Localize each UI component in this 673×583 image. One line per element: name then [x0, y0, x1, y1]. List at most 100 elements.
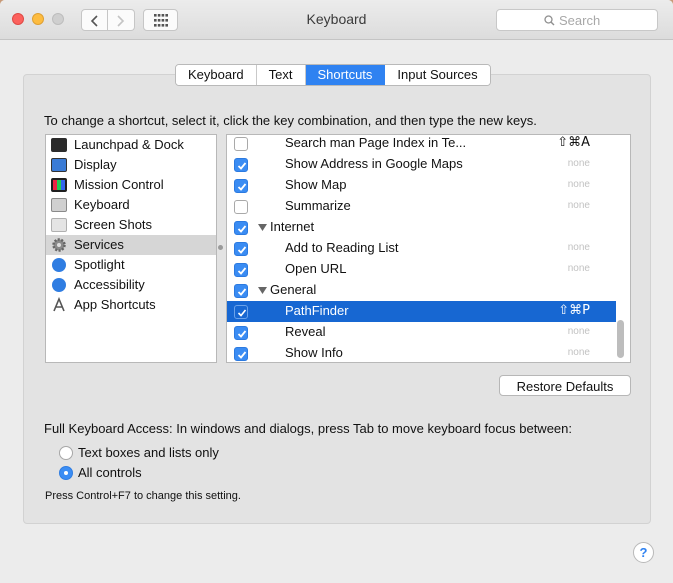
split-view-handle[interactable] [218, 245, 223, 250]
screenshot-icon [51, 218, 67, 232]
category-item-mission-control[interactable]: Mission Control [46, 175, 216, 195]
title-bar: Keyboard [0, 0, 673, 40]
checkmark-icon [237, 330, 247, 338]
shortcut-checkbox[interactable] [234, 242, 248, 256]
display-icon [51, 158, 67, 172]
shortcut-checkbox[interactable] [234, 158, 248, 172]
shortcut-group-row[interactable]: Internet [227, 217, 616, 238]
tab-shortcuts[interactable]: Shortcuts [305, 65, 386, 85]
search-input[interactable] [557, 12, 653, 28]
shortcut-key[interactable]: none [568, 179, 590, 190]
shortcut-label: Show Info [285, 345, 343, 360]
shortcut-label: Summarize [285, 198, 351, 213]
shortcut-row[interactable]: Add to Reading List none [227, 238, 616, 259]
shortcut-label: Reveal [285, 324, 326, 339]
spotlight-icon [52, 258, 66, 272]
category-item-keyboard[interactable]: Keyboard [46, 195, 216, 215]
shortcut-row[interactable]: Show Info none [227, 343, 616, 362]
category-list[interactable]: Launchpad & Dock Display Mission Control… [45, 134, 217, 363]
checkmark-icon [237, 225, 247, 233]
shortcut-row[interactable]: Show Map none [227, 175, 616, 196]
category-item-display[interactable]: Display [46, 155, 216, 175]
radio-button[interactable] [59, 466, 73, 480]
radio-label: Text boxes and lists only [78, 445, 219, 460]
category-label: Screen Shots [74, 217, 153, 232]
checkmark-icon [237, 267, 247, 275]
checkmark-icon [237, 183, 247, 191]
tab-text[interactable]: Text [256, 65, 306, 85]
category-item-app-shortcuts[interactable]: App Shortcuts [46, 295, 216, 315]
shortcut-checkbox[interactable] [234, 137, 248, 151]
category-label: Mission Control [74, 177, 164, 192]
shortcut-label: Open URL [285, 261, 347, 276]
help-button[interactable]: ? [633, 542, 654, 563]
app-shortcuts-icon [51, 297, 67, 312]
launchpad-icon [51, 138, 67, 152]
shortcut-key[interactable]: none [568, 242, 590, 253]
shortcut-row[interactable]: Summarize none [227, 196, 616, 217]
disclosure-triangle-icon[interactable] [258, 224, 267, 231]
shortcut-key[interactable]: none [568, 158, 590, 169]
category-label: Display [74, 157, 117, 172]
shortcut-row[interactable]: Search man Page Index in Te... ⇧⌘A [227, 135, 616, 154]
radio-label: All controls [78, 465, 142, 480]
shortcut-checkbox[interactable] [234, 221, 248, 235]
search-field[interactable] [496, 9, 658, 31]
tab-bar: Keyboard Text Shortcuts Input Sources [175, 64, 491, 86]
shortcut-row[interactable]: Open URL none [227, 259, 616, 280]
shortcut-key[interactable]: ⇧⌘A [557, 135, 590, 150]
shortcut-label: Add to Reading List [285, 240, 399, 255]
radio-button[interactable] [59, 446, 73, 460]
full-keyboard-access-label: Full Keyboard Access: In windows and dia… [44, 421, 572, 436]
category-item-accessibility[interactable]: Accessibility [46, 275, 216, 295]
gear-icon [51, 238, 67, 252]
shortcut-row[interactable]: Show Address in Google Maps none [227, 154, 616, 175]
disclosure-triangle-icon[interactable] [258, 287, 267, 294]
accessibility-icon [52, 278, 66, 292]
category-item-spotlight[interactable]: Spotlight [46, 255, 216, 275]
category-item-launchpad-dock[interactable]: Launchpad & Dock [46, 135, 216, 155]
tab-input-sources[interactable]: Input Sources [385, 65, 490, 85]
category-item-screen-shots[interactable]: Screen Shots [46, 215, 216, 235]
mission-control-icon [51, 178, 67, 192]
shortcut-checkbox[interactable] [234, 305, 248, 319]
shortcut-row-selected[interactable]: PathFinder ⇧⌘P [227, 301, 616, 322]
category-item-services[interactable]: Services [46, 235, 216, 255]
shortcut-label: Show Address in Google Maps [285, 156, 463, 171]
shortcut-row[interactable]: Reveal none [227, 322, 616, 343]
shortcut-key[interactable]: none [568, 263, 590, 274]
shortcut-checkbox[interactable] [234, 326, 248, 340]
shortcut-list-scrollbar[interactable] [617, 320, 624, 358]
category-label: Spotlight [74, 257, 125, 272]
shortcut-label: Search man Page Index in Te... [285, 135, 467, 150]
category-label: Services [74, 237, 124, 252]
shortcut-checkbox[interactable] [234, 200, 248, 214]
shortcut-checkbox[interactable] [234, 179, 248, 193]
group-label: Internet [270, 219, 315, 234]
category-label: App Shortcuts [74, 297, 156, 312]
checkmark-icon [237, 351, 247, 359]
shortcut-checkbox[interactable] [234, 347, 248, 361]
shortcut-list[interactable]: Search man Page Index in Te... ⇧⌘A Show … [226, 134, 631, 363]
setting-hint: Press Control+F7 to change this setting. [45, 490, 241, 502]
shortcut-group-row[interactable]: General [227, 280, 616, 301]
tab-keyboard[interactable]: Keyboard [176, 65, 257, 85]
shortcut-key[interactable]: none [568, 347, 590, 358]
shortcut-key[interactable]: none [568, 200, 590, 211]
search-icon [544, 15, 555, 26]
category-label: Accessibility [74, 277, 145, 292]
shortcut-checkbox[interactable] [234, 263, 248, 277]
shortcut-key[interactable]: none [568, 326, 590, 337]
preferences-window: Keyboard Keyboard Text Shortcuts Input S… [0, 0, 673, 583]
checkmark-icon [237, 309, 247, 317]
shortcut-key[interactable]: ⇧⌘P [558, 303, 590, 318]
instructions-text: To change a shortcut, select it, click t… [44, 113, 537, 128]
checkmark-icon [237, 246, 247, 254]
group-label: General [270, 282, 317, 297]
shortcut-checkbox[interactable] [234, 284, 248, 298]
checkmark-icon [237, 162, 247, 170]
restore-defaults-button[interactable]: Restore Defaults [499, 375, 631, 396]
checkmark-icon [237, 288, 247, 296]
shortcut-label: Show Map [285, 177, 347, 192]
category-label: Launchpad & Dock [74, 137, 184, 152]
